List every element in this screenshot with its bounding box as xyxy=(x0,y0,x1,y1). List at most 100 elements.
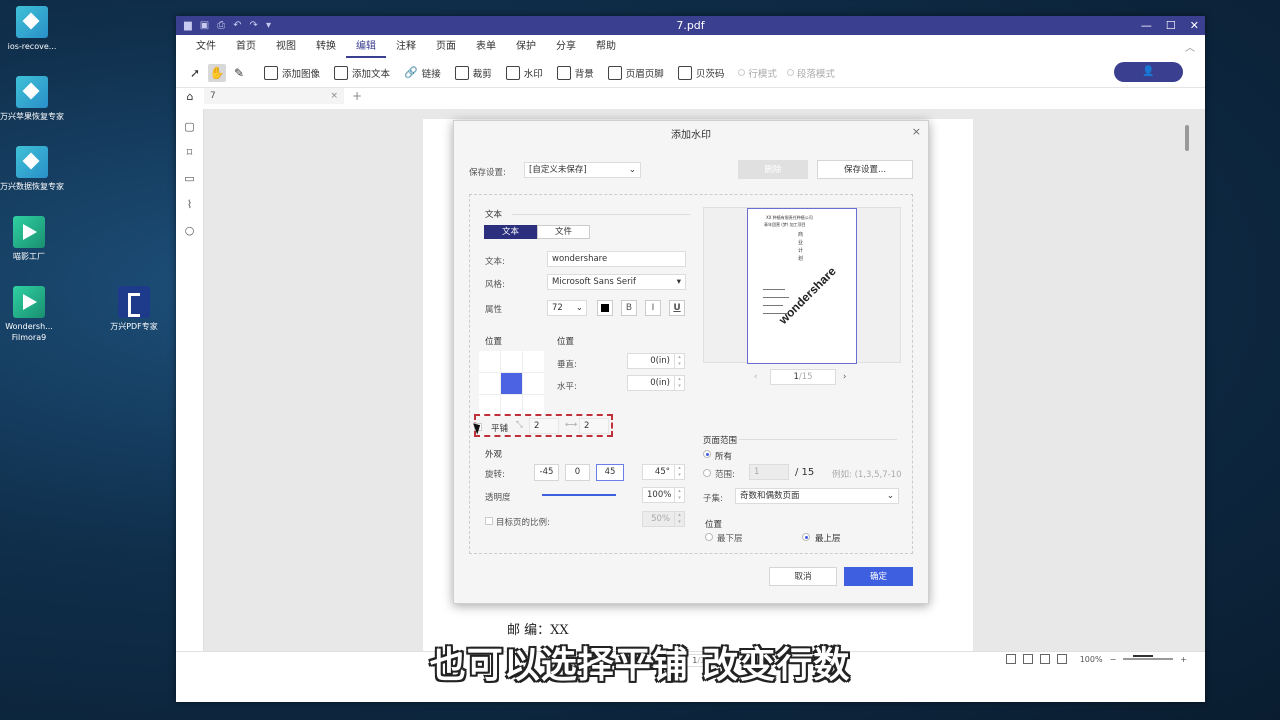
redo-icon[interactable]: ↷ xyxy=(250,20,258,31)
desktop-icon-miaoying[interactable]: 喵影工厂 xyxy=(0,216,61,262)
all-pages-radio[interactable] xyxy=(703,450,711,458)
add-image-button[interactable]: 添加图像 xyxy=(264,62,320,84)
hand-tool-icon[interactable]: ✋ xyxy=(208,63,226,82)
save-settings-button[interactable]: 保存设置... xyxy=(817,160,913,179)
new-tab-button[interactable]: + xyxy=(352,89,362,103)
spinner-icon[interactable]: ▴ ▾ xyxy=(674,354,684,368)
menu-home[interactable]: 首页 xyxy=(226,35,266,58)
preview-next-icon[interactable]: › xyxy=(843,372,846,382)
opacity-slider[interactable] xyxy=(542,494,616,496)
desktop-icon-pdf-expert[interactable]: 万兴PDF专家 xyxy=(102,286,166,332)
rotate-0-button[interactable]: 0 xyxy=(565,464,590,481)
document-tab[interactable]: 7 × xyxy=(204,88,344,104)
menu-share[interactable]: 分享 xyxy=(546,35,586,58)
menu-help[interactable]: 帮助 xyxy=(586,35,626,58)
menu-convert[interactable]: 转换 xyxy=(306,35,346,58)
text-source-tab[interactable]: 文本 xyxy=(484,225,537,239)
bates-button[interactable]: 贝茨码 xyxy=(677,62,724,84)
position-cell[interactable] xyxy=(501,351,522,372)
tab-close-icon[interactable]: × xyxy=(330,88,338,104)
font-color-button[interactable] xyxy=(597,300,613,316)
preview-page-input[interactable]: 1/15 xyxy=(770,369,836,385)
menu-form[interactable]: 表单 xyxy=(466,35,506,58)
save-settings-select[interactable]: [自定义未保存] ⌄ xyxy=(524,162,641,178)
spinner-icon[interactable]: ▴ ▾ xyxy=(674,465,684,479)
undo-icon[interactable]: ↶ xyxy=(233,20,241,31)
spinner-icon[interactable]: ▴ ▾ xyxy=(674,376,684,390)
minimize-button[interactable]: — xyxy=(1141,16,1152,35)
position-cell[interactable] xyxy=(479,373,500,394)
thumbnail-icon[interactable]: ▢ xyxy=(183,119,197,133)
desktop-icon-iphone-recovery[interactable]: 万兴苹果恢复专家 xyxy=(0,76,64,122)
comment-icon[interactable]: ▭ xyxy=(183,171,197,185)
opacity-input[interactable]: 100% ▴ ▾ xyxy=(642,487,685,503)
save-icon[interactable]: ▣ xyxy=(200,20,209,31)
attachment-icon[interactable]: ⌇ xyxy=(183,197,197,211)
font-size-select[interactable]: 72 ⌄ xyxy=(547,300,587,316)
vertical-scrollbar[interactable] xyxy=(1185,125,1189,151)
rotate-neg45-button[interactable]: -45 xyxy=(534,464,559,481)
line-mode-option[interactable]: 行模式 xyxy=(738,66,777,80)
subset-select[interactable]: 奇数和偶数页面 ⌄ xyxy=(735,488,899,504)
rotation-input[interactable]: 45° ▴ ▾ xyxy=(642,464,685,480)
print-icon[interactable]: ⎙ xyxy=(217,20,225,31)
desktop-icon-filmora[interactable]: Wondersh... Filmora9 xyxy=(0,286,61,343)
watermark-button[interactable]: 水印 xyxy=(505,62,543,84)
position-cell[interactable] xyxy=(479,351,500,372)
page-range-input[interactable]: 1 xyxy=(749,464,789,480)
position-cell-selected[interactable] xyxy=(501,373,522,394)
add-text-button[interactable]: 添加文本 xyxy=(334,62,390,84)
user-account-button[interactable]: 👤 xyxy=(1114,62,1183,82)
dialog-close-button[interactable]: × xyxy=(912,125,921,138)
tile-rows-input[interactable]: 2 xyxy=(529,418,559,434)
horizontal-offset-input[interactable]: 0(in) ▴ ▾ xyxy=(627,375,685,391)
watermark-text-input[interactable]: wondershare xyxy=(547,251,686,267)
target-scale-input[interactable]: 50% ▴ ▾ xyxy=(642,511,685,527)
close-button[interactable]: ✕ xyxy=(1190,16,1199,35)
target-scale-checkbox[interactable] xyxy=(485,517,493,525)
bookmark-icon[interactable]: ⌑ xyxy=(183,145,197,159)
header-footer-button[interactable]: 页眉页脚 xyxy=(607,62,664,84)
search-icon[interactable]: ○ xyxy=(183,223,197,237)
menu-protect[interactable]: 保护 xyxy=(506,35,546,58)
preview-prev-icon[interactable]: ‹ xyxy=(754,372,757,382)
position-cell[interactable] xyxy=(523,351,544,372)
spinner-icon[interactable]: ▴ ▾ xyxy=(674,488,684,502)
position-cell[interactable] xyxy=(501,395,522,416)
edit-tool-icon[interactable]: ✎ xyxy=(230,64,248,82)
bottom-layer-radio[interactable] xyxy=(705,533,713,541)
tile-cols-input[interactable]: 2 xyxy=(579,418,609,434)
crop-button[interactable]: 裁剪 xyxy=(454,62,492,84)
customize-dropdown-icon[interactable]: ▾ xyxy=(266,20,271,31)
italic-button[interactable]: I xyxy=(645,300,661,316)
rotate-45-button[interactable]: 45 xyxy=(596,464,624,481)
delete-button[interactable]: 删除 xyxy=(738,160,808,179)
vertical-offset-input[interactable]: 0(in) ▴ ▾ xyxy=(627,353,685,369)
bold-button[interactable]: B xyxy=(621,300,637,316)
menu-view[interactable]: 视图 xyxy=(266,35,306,58)
home-icon[interactable]: ⌂ xyxy=(176,90,204,103)
desktop-icon-data-recovery[interactable]: 万兴数据恢复专家 xyxy=(0,146,64,192)
font-style-select[interactable]: Microsoft Sans Serif ▾ xyxy=(547,274,686,290)
menu-page[interactable]: 页面 xyxy=(426,35,466,58)
menu-file[interactable]: 文件 xyxy=(186,35,226,58)
file-source-tab[interactable]: 文件 xyxy=(537,225,590,239)
collapse-ribbon-icon[interactable]: ︿ xyxy=(1185,39,1195,54)
desktop-icon-ios-recovery[interactable]: ios-recove... xyxy=(0,6,64,52)
link-button[interactable]: 🔗 链接 xyxy=(404,62,441,84)
underline-button[interactable]: U xyxy=(669,300,685,316)
background-button[interactable]: 背景 xyxy=(556,62,594,84)
select-tool-icon[interactable]: ➚ xyxy=(186,64,204,82)
position-cell[interactable] xyxy=(523,373,544,394)
menu-edit[interactable]: 编辑 xyxy=(346,35,386,58)
page-range-radio[interactable] xyxy=(703,469,711,477)
menu-annotate[interactable]: 注释 xyxy=(386,35,426,58)
position-cell[interactable] xyxy=(479,395,500,416)
maximize-button[interactable]: ☐ xyxy=(1166,16,1176,35)
position-cell[interactable] xyxy=(523,395,544,416)
spinner-icon[interactable]: ▴ ▾ xyxy=(674,512,684,526)
top-layer-radio[interactable] xyxy=(802,533,810,541)
ok-button[interactable]: 确定 xyxy=(844,567,913,586)
paragraph-mode-option[interactable]: 段落模式 xyxy=(786,66,835,80)
cancel-button[interactable]: 取消 xyxy=(769,567,837,586)
